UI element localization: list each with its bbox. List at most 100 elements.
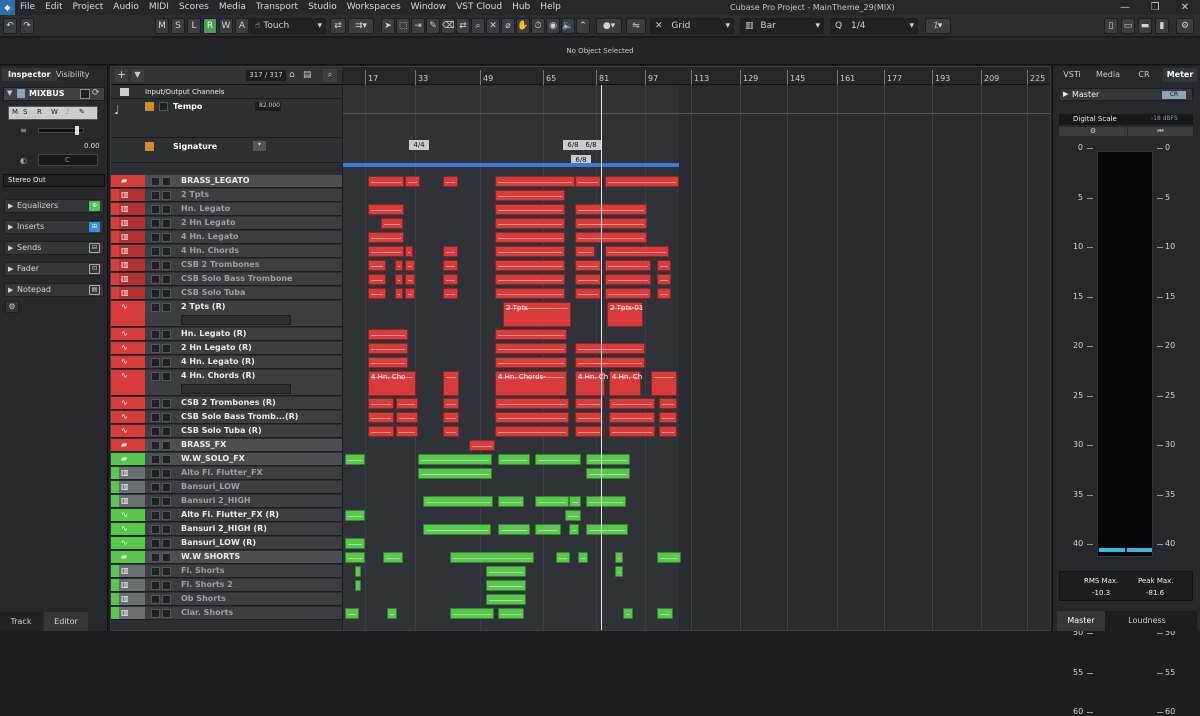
event-part[interactable] (495, 218, 565, 229)
split-tool-icon[interactable]: ⇥ (411, 18, 425, 34)
event-part[interactable] (615, 566, 623, 577)
track-row[interactable]: ▥ Hn. Legato (111, 203, 342, 216)
event-part[interactable] (609, 426, 655, 437)
track-row[interactable]: ∿ Hn. Legato (R) (111, 328, 342, 341)
track-row[interactable]: ▥ Ob Shorts (111, 593, 342, 606)
folder-track[interactable]: ▰ BRASS_LEGATO (111, 175, 342, 188)
event-part[interactable] (368, 426, 394, 437)
speaker-icon[interactable]: 🔈 (561, 18, 575, 34)
mute-button[interactable] (151, 219, 160, 228)
settings-gear-icon[interactable]: ⚙ (1176, 18, 1194, 34)
event-part[interactable] (395, 274, 403, 285)
event-part[interactable] (535, 524, 561, 535)
mute-button[interactable] (151, 372, 160, 381)
mode-button-l[interactable]: L (187, 18, 201, 34)
event-part[interactable] (569, 524, 579, 535)
event-part[interactable] (657, 608, 673, 619)
zoom-tool-icon[interactable]: ⌕ (471, 18, 485, 34)
solo-button[interactable] (162, 219, 171, 228)
solo-button[interactable] (162, 247, 171, 256)
event-part[interactable] (605, 288, 651, 299)
io-channels-track[interactable]: Input/Output Channels (111, 86, 342, 99)
tab-inspector[interactable]: Inspector (2, 68, 57, 81)
track-row[interactable]: ▥ Bansuri_LOW (111, 481, 342, 494)
event-part[interactable] (575, 343, 645, 354)
tab-vsti[interactable]: VSTi (1055, 68, 1089, 82)
event-part[interactable] (345, 608, 359, 619)
mute-button[interactable] (151, 497, 160, 506)
mute-button[interactable] (151, 344, 160, 353)
event-part[interactable] (615, 552, 623, 563)
solo-button[interactable] (162, 233, 171, 242)
maximize-icon[interactable]: ❐ (1140, 0, 1170, 15)
mute-button[interactable] (151, 399, 160, 408)
event-part[interactable] (575, 274, 601, 285)
menu-item-project[interactable]: Project (68, 0, 109, 15)
event-part[interactable] (575, 204, 647, 215)
event-part[interactable] (495, 190, 565, 201)
track-row[interactable]: ▥ 2 Tpts (111, 189, 342, 202)
mute-button[interactable] (151, 609, 160, 618)
event-part[interactable] (586, 496, 626, 507)
solo-button[interactable] (162, 289, 171, 298)
solo-button[interactable] (162, 581, 171, 590)
mute-button[interactable] (151, 177, 160, 186)
mute-button[interactable] (151, 553, 160, 562)
event-part[interactable] (405, 246, 413, 257)
mute-button[interactable] (151, 289, 160, 298)
mode-button-a[interactable]: A (235, 18, 249, 34)
track-row[interactable]: ∿ Bansuri 2_HIGH (R) (111, 523, 342, 536)
event-part[interactable] (575, 412, 603, 423)
event-part[interactable] (569, 496, 581, 507)
menu-item-workspaces[interactable]: Workspaces (342, 0, 406, 15)
track-controls-row[interactable] (181, 315, 291, 325)
event-part[interactable] (486, 594, 526, 605)
event-part[interactable] (495, 398, 569, 409)
automation-mode-select[interactable]: ☝ Touch ▾ (250, 18, 326, 34)
event-part[interactable]: 4 Hn. Chords- (495, 371, 567, 396)
event-part[interactable] (575, 260, 601, 271)
section-fader[interactable]: ▶ Fader ⊡ (4, 262, 104, 276)
solo-button[interactable] (162, 595, 171, 604)
mute-button[interactable] (151, 261, 160, 270)
mute-button[interactable] (151, 567, 160, 576)
event-part[interactable] (396, 398, 418, 409)
signature-dropdown-icon[interactable]: ▾ (253, 141, 266, 151)
list-icon[interactable]: ▤ (303, 70, 312, 80)
tempo-edit-button[interactable] (159, 102, 168, 111)
event-part[interactable] (396, 426, 418, 437)
mute-button[interactable] (151, 525, 160, 534)
event-part[interactable] (381, 218, 403, 229)
event-part[interactable] (609, 398, 655, 409)
event-part[interactable] (486, 580, 526, 591)
track-row[interactable]: ∿ 2 Hn Legato (R) (111, 342, 342, 355)
mute-button[interactable] (151, 191, 160, 200)
track-row[interactable]: ∿ Bansuri_LOW (R) (111, 537, 342, 550)
add-track-menu-icon[interactable]: ▼ (131, 69, 144, 82)
color-palette-icon[interactable]: ●▾ (596, 18, 622, 34)
mode-button-s[interactable]: S (171, 18, 185, 34)
event-part[interactable] (575, 176, 601, 187)
event-part[interactable] (405, 260, 415, 271)
solo-button[interactable] (162, 275, 171, 284)
event-part[interactable] (368, 246, 404, 257)
tab-loudness[interactable]: Loudness (1117, 611, 1177, 631)
event-part[interactable] (345, 538, 365, 549)
tab-cr[interactable]: CR (1127, 68, 1161, 82)
event-part[interactable] (368, 260, 386, 271)
solo-button[interactable] (162, 441, 171, 450)
play-tool-icon[interactable]: ◉ (546, 18, 560, 34)
event-part[interactable] (495, 426, 569, 437)
event-part[interactable] (575, 398, 603, 409)
folder-track[interactable]: ▰ W.W_SOLO_FX (111, 453, 342, 466)
event-part[interactable] (345, 510, 365, 521)
track-row[interactable]: ∿ CSB Solo Bass Tromb...(R) (111, 411, 342, 424)
event-part[interactable] (368, 357, 408, 368)
solo-button[interactable] (162, 427, 171, 436)
mute-tool-icon[interactable]: ✕ (486, 18, 500, 34)
event-part[interactable] (659, 426, 677, 437)
event-part[interactable] (423, 524, 491, 535)
solo-button[interactable] (162, 539, 171, 548)
mute-button[interactable] (151, 595, 160, 604)
event-part[interactable] (368, 232, 404, 243)
